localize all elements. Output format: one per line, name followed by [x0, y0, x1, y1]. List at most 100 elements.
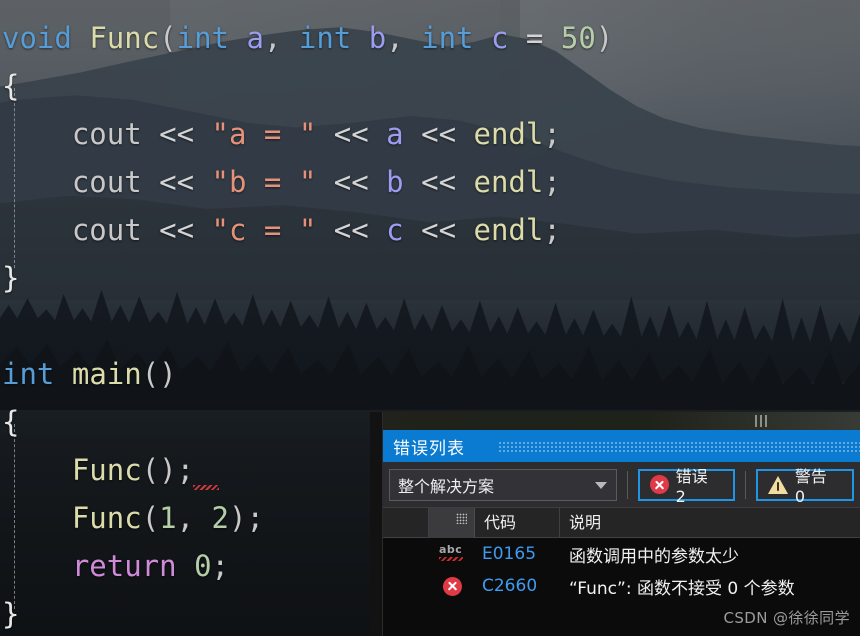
warning-filter-button[interactable]: 警告 0: [755, 467, 855, 506]
row-select-cell: [383, 538, 429, 570]
screenshot-root: void Func(int a, int b, int c = 50){ cou…: [0, 0, 860, 636]
csdn-watermark: CSDN @徐徐同学: [723, 609, 850, 627]
code-token: <<: [333, 213, 369, 247]
grid-header-code[interactable]: 代码: [475, 507, 560, 538]
code-token: return: [71, 549, 177, 583]
code-token: void: [2, 21, 72, 55]
code-token: int: [176, 21, 230, 55]
row-icon-cell: abc: [429, 538, 475, 570]
code-token: ;: [543, 165, 561, 199]
code-token: <<: [159, 165, 195, 199]
code-token: Func: [71, 453, 142, 487]
toolbar-separator: [626, 470, 628, 499]
code-token: b: [368, 21, 387, 55]
code-token: "b = ": [211, 165, 317, 199]
code-token: Func: [89, 21, 160, 55]
code-token: ;: [543, 117, 561, 151]
chevron-down-icon[interactable]: [594, 481, 607, 489]
code-token: ;: [211, 549, 230, 583]
warning-triangle-icon: [767, 475, 788, 494]
error-filter-label: 错误 2: [675, 467, 708, 506]
error-list-body: 错误列表 整个解决方案 错误 2 警告 0 代码 说明 abc E0165 函数…: [383, 430, 860, 636]
column-options-icon[interactable]: [456, 512, 467, 524]
code-line: }: [2, 254, 860, 302]
code-line: cout << "c = " << c << endl;: [2, 206, 860, 254]
panel-left-gutter: [370, 412, 383, 636]
error-filter-button[interactable]: 错误 2: [637, 467, 735, 506]
code-token: endl: [473, 165, 544, 199]
code-token: ();: [141, 453, 195, 487]
code-token: <<: [159, 213, 195, 247]
grid-header-description[interactable]: 说明: [560, 508, 860, 538]
code-token: {: [2, 69, 20, 103]
code-token: 1: [159, 501, 177, 535]
code-token: =: [525, 21, 544, 55]
panel-top-strip-inner: [383, 412, 860, 430]
row-select-cell: [383, 570, 429, 602]
error-circle-icon: [649, 475, 669, 494]
code-token: ;: [543, 213, 561, 247]
code-token: Func: [71, 501, 142, 535]
panel-drag-grip[interactable]: [755, 415, 769, 427]
error-grid-rows: abc E0165 函数调用中的参数太少 C2660 “Func”: 函数不接受…: [383, 538, 860, 602]
row-code[interactable]: C2660: [475, 576, 560, 596]
code-line: void Func(int a, int b, int c = 50): [2, 14, 860, 62]
code-token: (: [159, 21, 177, 55]
error-grid-header[interactable]: 代码 说明: [383, 507, 860, 538]
code-line: cout << "a = " << a << endl;: [2, 110, 860, 158]
code-line: cout << "b = " << b << endl;: [2, 158, 860, 206]
code-token: a: [386, 117, 404, 151]
code-token: );: [229, 501, 264, 535]
code-token: <<: [159, 117, 195, 151]
intellisense-squiggle-icon: abc: [439, 543, 465, 564]
error-list-title-bar[interactable]: 错误列表: [383, 430, 860, 462]
error-circle-icon: [442, 576, 462, 596]
code-line: {: [2, 62, 860, 110]
code-token: endl: [473, 117, 544, 151]
code-token: int: [298, 21, 352, 55]
code-token: <<: [421, 213, 457, 247]
code-token: ,: [176, 501, 212, 535]
error-list-title: 错误列表: [393, 438, 465, 459]
row-icon-cell: [429, 570, 475, 602]
row-code[interactable]: E0165: [475, 544, 560, 564]
grid-header-icon-column[interactable]: [429, 507, 475, 538]
code-token: {: [2, 405, 20, 439]
code-token: <<: [421, 117, 457, 151]
table-row[interactable]: C2660 “Func”: 函数不接受 0 个参数: [383, 570, 860, 602]
code-token: ,: [386, 21, 422, 55]
error-list-panel[interactable]: 错误列表 整个解决方案 错误 2 警告 0 代码 说明 abc E0165 函数…: [370, 412, 860, 636]
table-row[interactable]: abc E0165 函数调用中的参数太少: [383, 538, 860, 570]
panel-top-strip: [370, 412, 860, 430]
code-token: ,: [263, 21, 299, 55]
code-token: 2: [211, 501, 230, 535]
error-list-toolbar[interactable]: 整个解决方案 错误 2 警告 0: [383, 462, 860, 508]
code-token: cout: [71, 213, 142, 247]
code-token: c: [490, 21, 509, 55]
code-token: ): [595, 21, 614, 55]
toolbar-separator-2: [744, 470, 746, 499]
title-bar-dotted-fill: [498, 441, 860, 452]
code-token: <<: [333, 165, 369, 199]
scope-filter-dropdown[interactable]: 整个解决方案: [389, 468, 617, 501]
error-squiggle-underline: [193, 485, 219, 490]
code-token: 50: [560, 21, 596, 55]
code-line: int main(): [2, 350, 860, 398]
code-token: c: [386, 213, 404, 247]
grid-header-select-column: [383, 507, 429, 538]
